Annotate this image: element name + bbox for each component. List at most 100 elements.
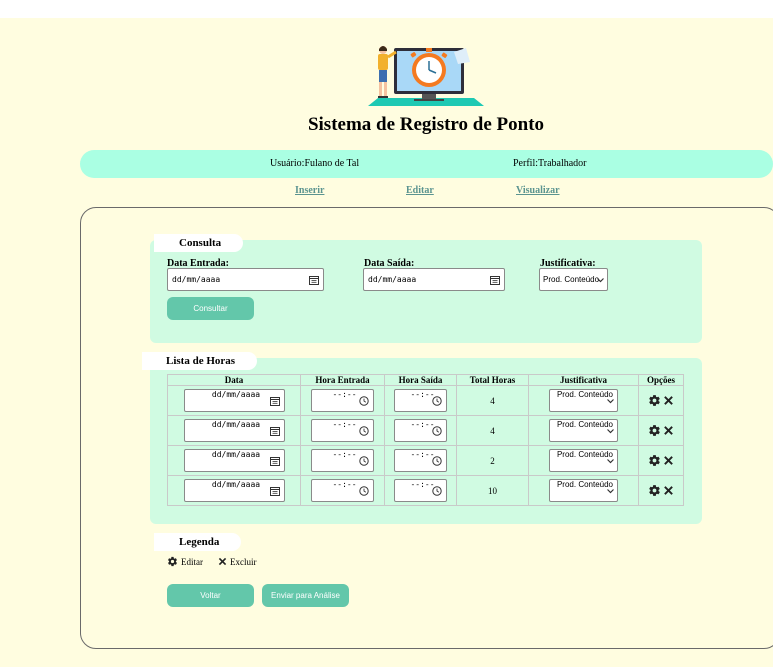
row-exit-time-input[interactable]: --:-- [394,449,447,472]
clock-icon[interactable] [359,485,369,496]
user-info-bar: Usuário:Fulano de Tal Perfil:Trabalhador [80,150,773,178]
options-cell [638,475,684,506]
row-justification-select[interactable]: Prod. Conteúdo [549,449,618,472]
date-placeholder: dd/mm/aaaa [172,275,221,284]
close-icon[interactable] [662,424,675,437]
time-placeholder: --:-- [332,390,357,399]
exit-time-cell: --:-- [384,475,457,506]
calendar-icon[interactable] [490,275,500,285]
clock-monitor-logo [368,46,484,106]
close-icon[interactable] [662,394,675,407]
row-options [639,394,683,407]
row-exit-time-input[interactable]: --:-- [394,479,447,502]
row-options [639,454,683,467]
justification-value: Prod. Conteúdo [556,480,614,489]
calendar-icon[interactable] [269,456,280,466]
gear-icon[interactable] [648,484,661,497]
legend-delete-label: Excluir [230,556,257,567]
row-date-input[interactable]: dd/mm/aaaa [183,389,285,412]
time-placeholder: --:-- [410,480,435,489]
justification-value: Prod. Conteúdo [543,275,600,284]
time-placeholder: --:-- [410,450,435,459]
entry-time-cell: --:-- [300,385,385,416]
row-exit-time-input[interactable]: --:-- [394,389,447,412]
time-placeholder: --:-- [410,390,435,399]
row-entry-time-input[interactable]: --:-- [311,449,374,472]
calendar-icon[interactable] [269,486,280,496]
calendar-icon[interactable] [269,426,280,436]
options-cell [638,445,684,476]
row-entry-time-input[interactable]: --:-- [311,419,374,442]
close-icon[interactable] [662,484,675,497]
clock-icon[interactable] [359,425,369,436]
date-cell: dd/mm/aaaa [167,385,301,416]
date-cell: dd/mm/aaaa [167,415,301,446]
time-placeholder: --:-- [332,480,357,489]
chevron-down-icon [597,277,604,282]
clock-icon[interactable] [432,395,442,406]
table-row: dd/mm/aaaa --:-- --:-- 2 Prod. Conteúdo [167,445,684,476]
entry-time-cell: --:-- [300,445,385,476]
entry-date-input[interactable]: dd/mm/aaaa [167,268,324,291]
justification-cell: Prod. Conteúdo [528,445,639,476]
options-cell [638,385,684,416]
user-name: Usuário:Fulano de Tal [270,158,360,169]
row-date-input[interactable]: dd/mm/aaaa [183,449,285,472]
table-row: dd/mm/aaaa --:-- --:-- 10 Prod. Conteúdo [167,475,684,506]
row-justification-select[interactable]: Prod. Conteúdo [549,479,618,502]
date-placeholder: dd/mm/aaaa [211,480,261,489]
clock-icon[interactable] [432,455,442,466]
date-cell: dd/mm/aaaa [167,445,301,476]
table-row: dd/mm/aaaa --:-- --:-- 4 Prod. Conteúdo [167,385,684,416]
legend-items: Editar Excluir [167,556,257,567]
date-placeholder: dd/mm/aaaa [211,450,261,459]
clock-icon[interactable] [432,485,442,496]
clock-icon[interactable] [359,455,369,466]
chevron-down-icon [607,428,614,433]
total-hours-cell: 4 [456,415,529,446]
consulta-panel [150,240,702,343]
gear-icon[interactable] [648,394,661,407]
row-date-input[interactable]: dd/mm/aaaa [183,419,285,442]
calendar-icon[interactable] [309,275,319,285]
exit-date-input[interactable]: dd/mm/aaaa [363,268,505,291]
date-placeholder: dd/mm/aaaa [211,420,261,429]
justification-cell: Prod. Conteúdo [528,415,639,446]
row-entry-time-input[interactable]: --:-- [311,479,374,502]
nav-edit-link[interactable]: Editar [406,185,434,196]
calendar-icon[interactable] [269,396,280,406]
consult-button[interactable]: Consultar [167,297,254,320]
send-analysis-button[interactable]: Enviar para Análise [262,584,349,607]
row-justification-select[interactable]: Prod. Conteúdo [549,389,618,412]
nav-insert-link[interactable]: Inserir [295,185,324,196]
gear-icon[interactable] [648,424,661,437]
table-row: dd/mm/aaaa --:-- --:-- 4 Prod. Conteúdo [167,415,684,446]
entry-time-cell: --:-- [300,475,385,506]
exit-time-cell: --:-- [384,445,457,476]
row-date-input[interactable]: dd/mm/aaaa [183,479,285,502]
clock-icon[interactable] [359,395,369,406]
column-header: Hora Saída [384,374,457,386]
legend-title: Legenda [154,533,242,551]
justification-cell: Prod. Conteúdo [528,385,639,416]
chevron-down-icon [607,398,614,403]
back-button[interactable]: Voltar [167,584,254,607]
row-options [639,424,683,437]
close-icon[interactable] [662,454,675,467]
nav-view-link[interactable]: Visualizar [516,185,560,196]
total-hours-cell: 2 [456,445,529,476]
column-header: Hora Entrada [300,374,385,386]
clock-icon[interactable] [432,425,442,436]
legend-edit-label: Editar [181,556,203,567]
gear-icon[interactable] [648,454,661,467]
justification-value: Prod. Conteúdo [556,420,614,429]
row-justification-select[interactable]: Prod. Conteúdo [549,419,618,442]
date-placeholder: dd/mm/aaaa [211,390,261,399]
justification-select[interactable]: Prod. Conteúdo [539,268,608,291]
date-placeholder: dd/mm/aaaa [368,275,417,284]
row-exit-time-input[interactable]: --:-- [394,419,447,442]
gear-icon [168,556,177,567]
row-entry-time-input[interactable]: --:-- [311,389,374,412]
chevron-down-icon [607,488,614,493]
table-header-row: Data Hora Entrada Hora Saída Total Horas… [167,374,684,386]
